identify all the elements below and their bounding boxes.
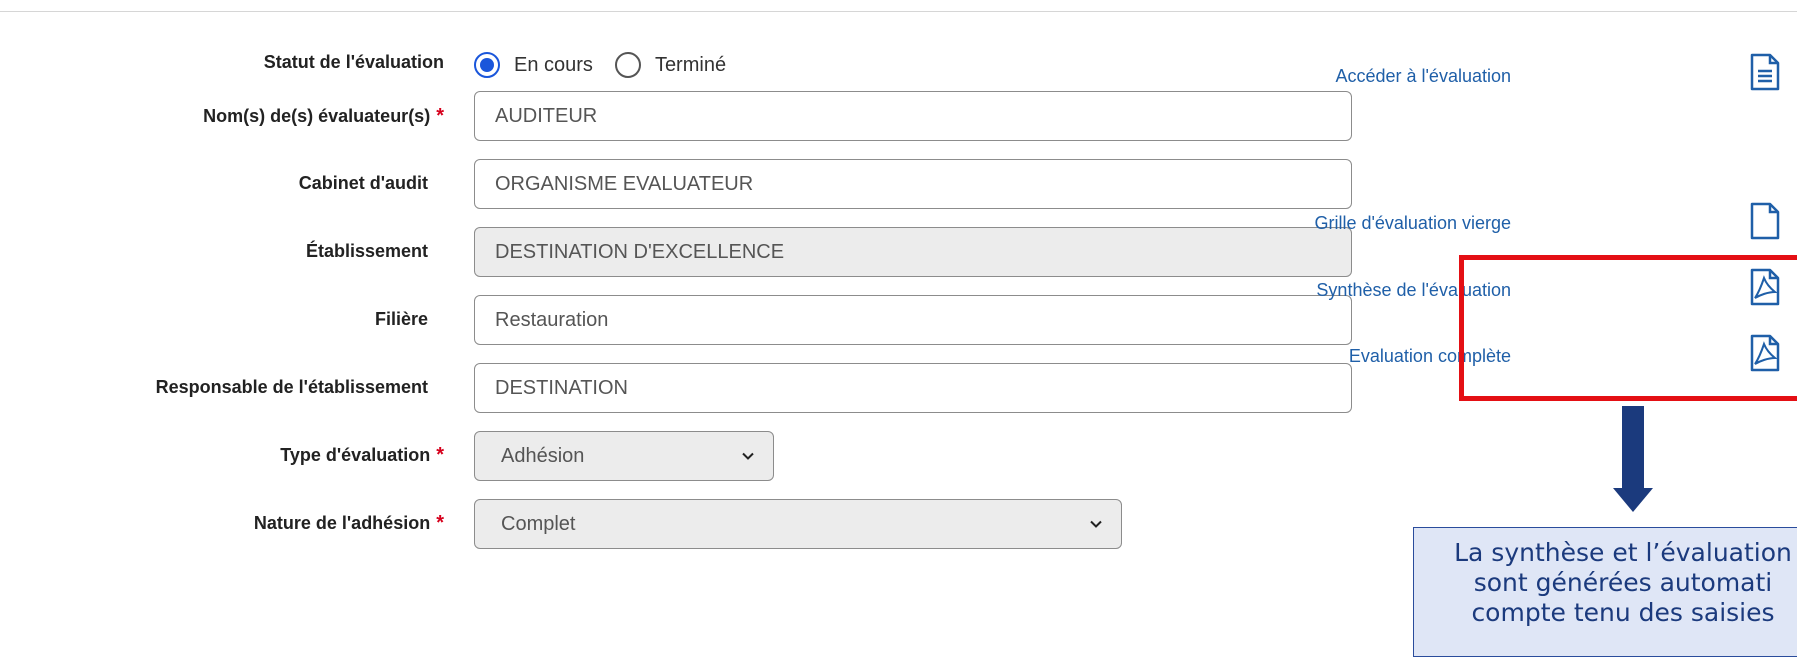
eval-type-label: Type d'évaluation * — [0, 444, 444, 467]
membership-nature-label: Nature de l'adhésion * — [0, 512, 444, 535]
chevron-down-icon — [1090, 520, 1102, 528]
membership-nature-value: Complet — [501, 512, 576, 535]
status-en-cours-radio[interactable] — [474, 52, 500, 78]
access-evaluation-link[interactable]: Accéder à l'évaluation — [1335, 66, 1511, 87]
required-marker: * — [436, 105, 444, 127]
membership-nature-label-text: Nature de l'adhésion — [253, 513, 431, 533]
sector-input[interactable]: Restauration — [474, 295, 1352, 345]
annotation-note: La synthèse et l’évaluation sont générée… — [1413, 527, 1797, 657]
evaluators-input[interactable]: AUDITEUR — [474, 91, 1352, 141]
eval-type-value: Adhésion — [501, 444, 585, 467]
blank-document-icon[interactable] — [1750, 202, 1780, 240]
required-marker: * — [436, 444, 444, 466]
status-termine-radio[interactable] — [614, 52, 641, 78]
audit-firm-input[interactable]: ORGANISME EVALUATEUR — [474, 159, 1352, 209]
annotation-line: La synthèse et l’évaluation — [1454, 538, 1792, 567]
status-en-cours-label[interactable]: En cours — [514, 54, 593, 77]
arrow-head-icon — [1613, 488, 1653, 512]
document-icon[interactable] — [1750, 53, 1780, 91]
arrow-down-icon — [1622, 406, 1644, 490]
establishment-label: Établissement — [305, 241, 428, 261]
eval-type-label-text: Type d'évaluation — [280, 445, 431, 465]
membership-nature-select[interactable]: Complet — [474, 499, 1122, 549]
status-termine-label[interactable]: Terminé — [655, 54, 726, 77]
annotation-line: compte tenu des saisies — [1471, 598, 1775, 627]
establishment-input: DESTINATION D'EXCELLENCE — [474, 227, 1352, 277]
required-marker: * — [436, 512, 444, 534]
manager-label: Responsable de l'établissement — [155, 377, 428, 397]
top-divider — [0, 11, 1797, 12]
evaluators-label-text: Nom(s) de(s) évaluateur(s) — [203, 106, 431, 126]
annotation-line: sont générées automati — [1473, 568, 1773, 597]
chevron-down-icon — [742, 452, 754, 460]
status-label: Statut de l'évaluation — [263, 52, 444, 72]
status-radio-group: En cours Terminé — [474, 48, 748, 82]
manager-input[interactable]: DESTINATION — [474, 363, 1352, 413]
audit-firm-label: Cabinet d'audit — [298, 173, 428, 193]
eval-type-select[interactable]: Adhésion — [474, 431, 774, 481]
highlight-box — [1459, 255, 1797, 401]
sector-label: Filière — [374, 309, 428, 329]
evaluators-label: Nom(s) de(s) évaluateur(s) * — [0, 105, 444, 128]
blank-grid-link[interactable]: Grille d'évaluation vierge — [1314, 213, 1511, 234]
